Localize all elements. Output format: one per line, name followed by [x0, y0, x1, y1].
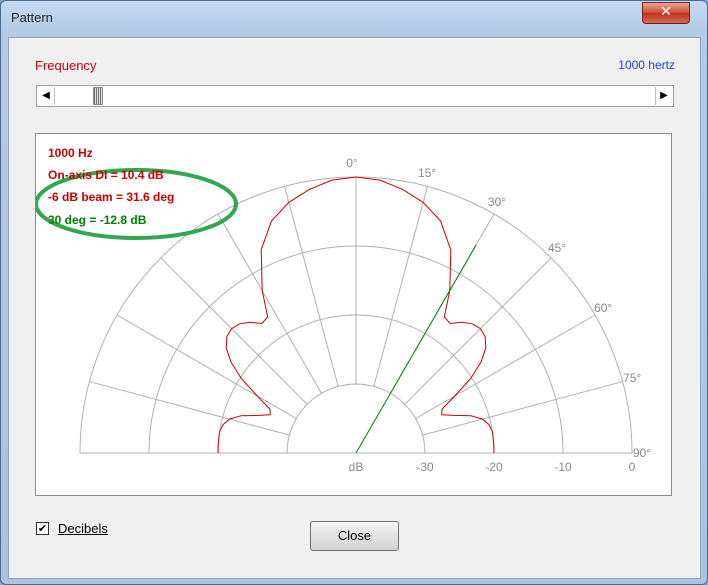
frequency-label: Frequency [35, 58, 97, 73]
info-frequency: 1000 Hz [48, 146, 93, 160]
angle-tick-label-3: 45° [548, 241, 566, 255]
decibels-label-text: Decibels [58, 521, 108, 536]
close-icon: ✕ [660, 4, 672, 20]
scroll-left-divider [54, 87, 55, 105]
polar-chart: 0° 15° 30° 45° 60° 75° 90° dB -30 -20 -10 0 [36, 156, 651, 474]
grid-arc-1 [286, 383, 426, 454]
frequency-slider[interactable]: ◀ ▶ [36, 85, 674, 107]
slider-thumb[interactable] [92, 87, 103, 105]
radial-tick-label-2: -20 [485, 460, 503, 474]
checkmark-icon: ✔ [37, 522, 48, 535]
dialog-client-area: Frequency 1000 hertz ◀ ▶ 0° 15° 30° 45° 60° 7… [8, 37, 701, 579]
info-beam-width: -6 dB beam = 31.6 deg [48, 190, 175, 204]
window-close-button[interactable]: ✕ [642, 2, 690, 24]
pattern-window: Pattern ✕ Frequency 1000 hertz ◀ ▶ 0° 15°… [0, 0, 708, 585]
decibels-checkbox[interactable]: ✔ [36, 522, 49, 535]
title-bar: Pattern ✕ [1, 1, 707, 37]
polar-pattern-plot: 0° 15° 30° 45° 60° 75° 90° dB -30 -20 -10 0 1000 Hz… [35, 133, 672, 496]
angle-tick-label-5: 75° [623, 371, 641, 385]
angle-tick-label-1: 15° [418, 166, 436, 180]
radial-tick-label-0: dB [349, 460, 364, 474]
window-title: Pattern [11, 10, 53, 25]
close-button[interactable]: Close [310, 521, 399, 551]
angle-tick-label-2: 30° [488, 195, 506, 209]
radial-tick-label-4: 0 [629, 460, 636, 474]
radial-tick-label-3: -10 [554, 460, 572, 474]
grid-spoke [422, 381, 623, 436]
info-on-axis-di: On-axis DI = 10.4 dB [48, 168, 164, 182]
grid-spoke [373, 186, 428, 387]
scroll-right-arrow-icon[interactable]: ▶ [656, 86, 672, 106]
angle-tick-label-0: 0° [346, 156, 358, 170]
angle-tick-label-6: 90° [633, 446, 651, 460]
scroll-left-arrow-icon[interactable]: ◀ [38, 86, 54, 106]
decibels-label[interactable]: Decibels [58, 521, 108, 536]
grid-spoke [284, 186, 339, 387]
info-30-deg-level: 30 deg = -12.8 dB [48, 213, 147, 227]
frequency-value: 1000 hertz [618, 58, 675, 72]
angle-marker-line [355, 244, 477, 454]
grid-spoke [89, 381, 290, 436]
angle-tick-label-4: 60° [594, 301, 612, 315]
radial-tick-label-1: -30 [416, 460, 434, 474]
